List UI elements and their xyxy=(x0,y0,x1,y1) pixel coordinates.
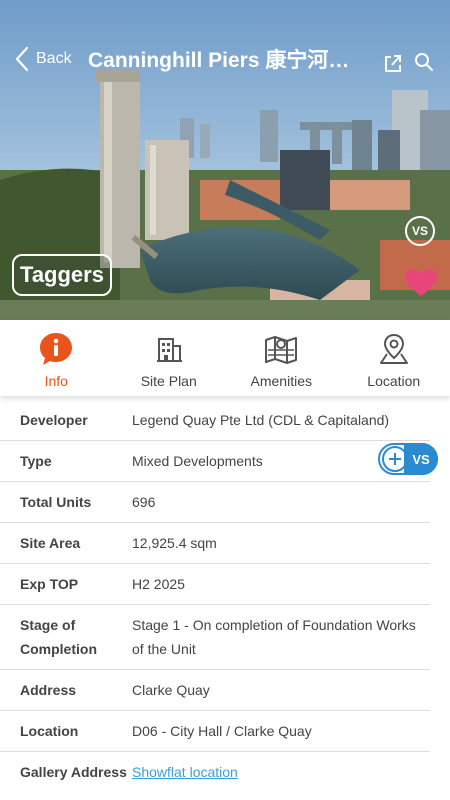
table-row: Type Mixed Developments xyxy=(0,441,430,482)
search-icon[interactable] xyxy=(414,52,434,72)
taggers-button[interactable]: Taggers xyxy=(12,254,112,296)
row-value: H2 2025 xyxy=(132,576,185,592)
row-value: Clarke Quay xyxy=(132,682,210,698)
tab-info[interactable]: Info xyxy=(0,320,113,396)
back-button[interactable]: Back xyxy=(14,46,72,72)
chevron-left-icon xyxy=(15,46,29,72)
tab-location-label: Location xyxy=(367,373,421,389)
row-value: Stage 1 - On completion of Foundation Wo… xyxy=(132,617,416,657)
showflat-location-link[interactable]: Showflat location xyxy=(132,764,238,780)
tab-site-plan-label: Site Plan xyxy=(140,373,197,389)
page-title: Canninghill Piers 康宁河… xyxy=(88,49,350,72)
row-value: Legend Quay Pte Ltd (CDL & Capitaland) xyxy=(132,412,390,428)
tab-bar: Info Site Plan Amenities Location xyxy=(0,320,450,396)
top-bar: Back Canninghill Piers 康宁河… xyxy=(0,36,450,82)
row-value: D06 - City Hall / Clarke Quay xyxy=(132,723,312,739)
row-label: Exp TOP xyxy=(20,576,79,592)
heart-icon[interactable] xyxy=(404,268,438,298)
row-value: 12,925.4 sqm xyxy=(132,535,217,551)
back-label: Back xyxy=(36,50,72,67)
table-row: Address Clarke Quay xyxy=(0,670,430,711)
row-label: Address xyxy=(20,682,77,698)
building-icon xyxy=(156,338,182,362)
tab-site-plan[interactable]: Site Plan xyxy=(113,320,226,396)
row-label: Site Area xyxy=(20,535,81,551)
tab-info-label: Info xyxy=(44,373,68,389)
location-pin-icon xyxy=(379,333,408,364)
table-row: Stage of Completion Stage 1 - On complet… xyxy=(0,605,430,670)
row-label: Gallery Address xyxy=(20,764,127,780)
hero-image: Back Canninghill Piers 康宁河… Taggers VS xyxy=(0,0,450,320)
tab-amenities-label: Amenities xyxy=(250,373,312,389)
table-row: Location D06 - City Hall / Clarke Quay xyxy=(0,711,430,752)
table-row: Site Area 12,925.4 sqm xyxy=(0,523,430,564)
row-label: Location xyxy=(20,723,79,739)
add-compare-button[interactable]: VS xyxy=(378,443,438,475)
tab-location[interactable]: Location xyxy=(338,320,450,396)
table-row: Developer Legend Quay Pte Ltd (CDL & Cap… xyxy=(0,400,430,441)
share-icon[interactable] xyxy=(382,52,404,74)
row-label: Developer xyxy=(20,412,88,428)
map-icon xyxy=(265,336,298,364)
row-label: Type xyxy=(20,453,52,469)
table-row: Exp TOP H2 2025 xyxy=(0,564,430,605)
info-icon xyxy=(40,333,73,365)
row-value-container: Showflat location xyxy=(132,752,430,792)
vs-icon[interactable]: VS xyxy=(405,216,435,246)
compare-label: VS xyxy=(404,443,438,475)
row-value: 696 xyxy=(132,494,156,510)
table-row: Gallery Address Showflat location xyxy=(0,752,430,792)
tab-amenities[interactable]: Amenities xyxy=(225,320,338,396)
table-row: Total Units 696 xyxy=(0,482,430,523)
row-label: Total Units xyxy=(20,494,92,510)
row-label: Stage of Completion xyxy=(20,617,97,657)
